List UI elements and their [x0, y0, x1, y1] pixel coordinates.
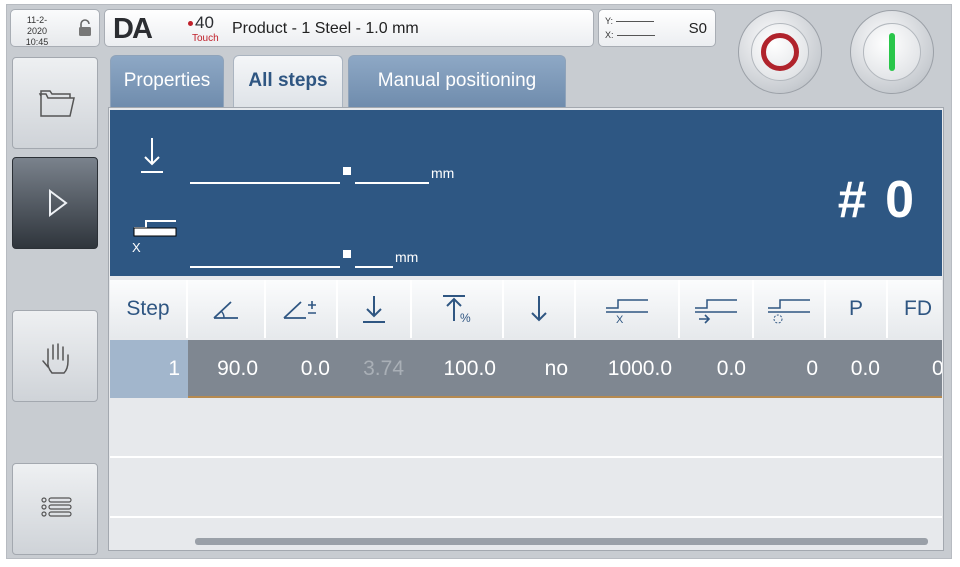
- menu-button[interactable]: [12, 463, 98, 555]
- cell-x-retract: 0.0: [716, 357, 746, 380]
- current-step-number: # 0: [837, 171, 916, 229]
- cell-depth: 3.74: [363, 357, 404, 380]
- step-summary-panel: mm X mm # 0: [110, 110, 942, 276]
- start-icon: [889, 33, 895, 71]
- arrow-down-icon: [531, 296, 547, 322]
- col-x[interactable]: X: [576, 280, 680, 338]
- manual-button[interactable]: [12, 310, 98, 402]
- angle-correction-icon: [283, 301, 316, 319]
- logo-brand: DA: [113, 13, 153, 45]
- stop-icon: [761, 33, 799, 71]
- stop-button-face: [751, 23, 809, 81]
- cell-angle: 90.0: [217, 357, 258, 380]
- table-row-empty[interactable]: [110, 460, 942, 518]
- y-position-icon: [141, 138, 163, 173]
- logo-dot: [188, 21, 193, 26]
- list-icon: [41, 497, 72, 517]
- coord-y-label: Y:: [605, 16, 614, 26]
- retract-delay-icon: [768, 299, 810, 324]
- x-unit: mm: [395, 249, 419, 265]
- app-frame: 11-2-2020 10:45 DA 40 Touch Product - 1 …: [0, 0, 960, 567]
- table-row[interactable]: 1 90.0 0.0 3.74 100.0 no 1000.0 0.0 0 0.…: [110, 340, 942, 398]
- coord-y: Y:: [605, 16, 655, 26]
- y-unit: mm: [431, 165, 455, 181]
- svg-text:X: X: [616, 314, 624, 324]
- brand-logo: DA 40 Touch: [113, 13, 228, 45]
- lock-icon[interactable]: [78, 19, 92, 37]
- time-label: 10:45: [25, 37, 49, 47]
- cell-x: 1000.0: [607, 357, 672, 380]
- start-button-face: [863, 23, 921, 81]
- logo-sub: Touch: [192, 33, 219, 44]
- table-row-empty[interactable]: [110, 400, 942, 458]
- status-code: S0: [688, 20, 707, 37]
- horizontal-scrollbar[interactable]: [195, 538, 928, 545]
- col-decompression[interactable]: [504, 280, 576, 338]
- cell-fd: 0: [932, 357, 942, 380]
- steps-table: Step % X P FD 1 90.0 0.0 3.74 100.0 no 1…: [110, 280, 942, 548]
- tab-manual-positioning[interactable]: Manual positioning: [348, 55, 566, 107]
- col-p[interactable]: P: [826, 280, 888, 338]
- date-label: 11-2-2020: [26, 15, 48, 36]
- retract-icon: [695, 299, 737, 324]
- col-step[interactable]: Step: [110, 280, 188, 338]
- backgauge-x-icon: X: [606, 299, 648, 324]
- col-tonnage[interactable]: %: [412, 280, 504, 338]
- col-depth[interactable]: [338, 280, 412, 338]
- col-angle[interactable]: [188, 280, 266, 338]
- col-fd[interactable]: FD: [888, 280, 942, 338]
- x-axis-label: X: [132, 240, 141, 255]
- col-p-label: P: [848, 297, 863, 320]
- tonnage-icon: %: [443, 295, 471, 325]
- datetime-box: 11-2-2020 10:45: [10, 9, 100, 47]
- coord-x-label: X:: [605, 30, 614, 40]
- tab-properties[interactable]: Properties: [110, 55, 224, 107]
- cell-x-zero: 0: [806, 357, 818, 380]
- col-x-retract[interactable]: [680, 280, 754, 338]
- program-button[interactable]: [12, 157, 98, 249]
- col-step-label: Step: [126, 297, 170, 320]
- col-angle-correction[interactable]: [266, 280, 338, 338]
- products-button[interactable]: [12, 57, 98, 149]
- folder-icon: [38, 90, 75, 117]
- backgauge-icon: [133, 220, 177, 237]
- col-x-zero[interactable]: [754, 280, 826, 338]
- cell-step: 1: [110, 340, 188, 398]
- play-icon: [49, 189, 68, 217]
- table-header: Step % X P FD: [110, 280, 942, 338]
- coord-x: X:: [605, 30, 655, 40]
- datetime-text: 11-2-2020 10:45: [17, 15, 57, 48]
- angle-icon: [213, 301, 238, 319]
- depth-icon: [363, 296, 385, 323]
- col-fd-label: FD: [904, 297, 932, 320]
- hand-icon: [42, 343, 69, 374]
- start-button[interactable]: [850, 10, 934, 94]
- tab-all-steps[interactable]: All steps: [233, 55, 343, 107]
- title-bar: DA 40 Touch Product - 1 Steel - 1.0 mm: [104, 9, 594, 47]
- stop-button[interactable]: [738, 10, 822, 94]
- coordinate-readout: Y: X: S0: [598, 9, 716, 47]
- product-title: Product - 1 Steel - 1.0 mm: [232, 20, 419, 37]
- cell-decompression: no: [544, 357, 568, 380]
- cell-tonnage: 100.0: [443, 357, 496, 380]
- cell-p: 0.0: [850, 357, 880, 380]
- logo-number: 40: [195, 13, 214, 32]
- cell-angle-correction: 0.0: [300, 357, 330, 380]
- svg-text:%: %: [460, 311, 471, 325]
